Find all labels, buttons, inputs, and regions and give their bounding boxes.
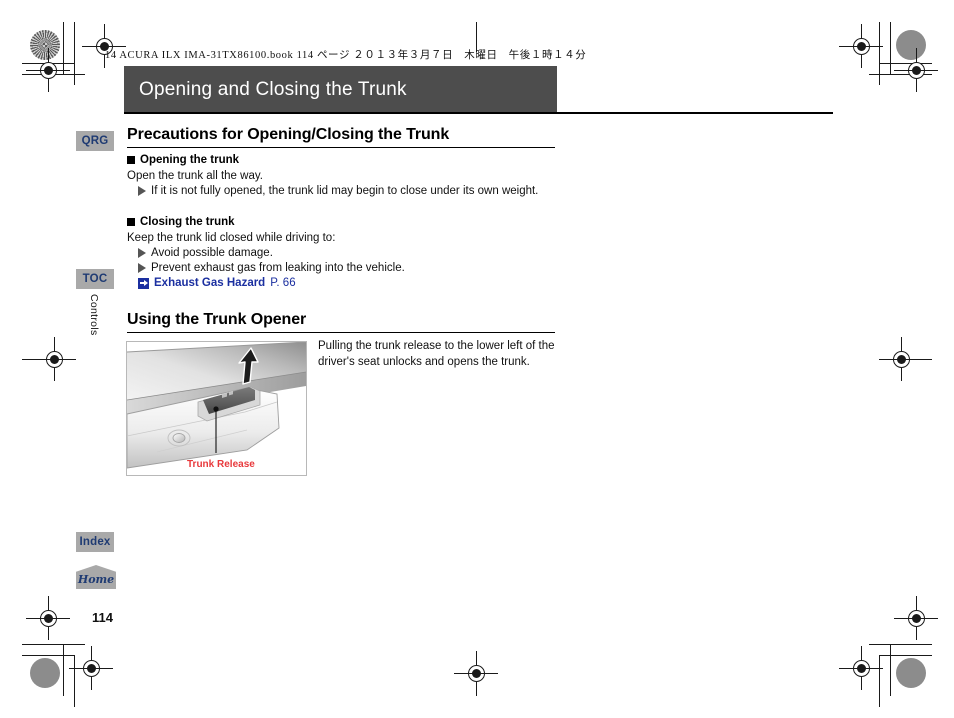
list-item-label: If it is not fully opened, the trunk lid…	[151, 185, 539, 197]
crop-line-top-left-v2	[74, 22, 75, 85]
halftone-patch-bottom-right	[896, 658, 926, 688]
sidebar-tab-home[interactable]: Home	[76, 565, 116, 589]
crop-line-bottom-right-v2	[879, 655, 880, 707]
crop-line-top-right-h2	[869, 74, 932, 75]
registration-mark-br-outer	[839, 646, 883, 690]
registration-mark-tl-outer	[26, 48, 70, 92]
trunk-release-illustration-svg	[127, 342, 306, 475]
sidebar-tab-index[interactable]: Index	[76, 532, 114, 552]
section-heading-precautions: Precautions for Opening/Closing the Trun…	[127, 126, 450, 143]
crop-line-right-mid	[902, 359, 932, 360]
banner-rule	[124, 112, 833, 114]
sidebar-tab-home-label: Home	[77, 573, 115, 586]
subsection-heading-opening-the-trunk: Opening the trunk	[127, 154, 239, 166]
registration-mark-top-mid	[454, 651, 498, 695]
running-header: 14 ACURA ILX IMA-31TX86100.book 114 ページ …	[105, 50, 587, 61]
registration-mark-left-mid	[32, 337, 76, 381]
list-item: If it is not fully opened, the trunk lid…	[138, 185, 538, 197]
subsection-heading-label: Closing the trunk	[140, 216, 235, 228]
subsection-heading-closing-the-trunk: Closing the trunk	[127, 216, 235, 228]
jump-link-icon	[138, 277, 149, 289]
list-item-label: Avoid possible damage.	[151, 247, 273, 259]
list-item: Prevent exhaust gas from leaking into th…	[138, 262, 405, 274]
page-title: Opening and Closing the Trunk	[139, 78, 407, 100]
square-bullet-icon	[127, 156, 135, 164]
crop-line-bottom-right-h2	[869, 644, 932, 645]
registration-mark-right-mid	[879, 337, 923, 381]
body-text-opening: Open the trunk all the way.	[127, 170, 263, 182]
chapter-banner: Opening and Closing the Trunk	[124, 66, 557, 113]
crop-line-bottom-mid	[476, 666, 477, 696]
triangle-bullet-icon	[138, 263, 146, 273]
sidebar-tab-index-label: Index	[79, 536, 111, 548]
list-item: Avoid possible damage.	[138, 247, 273, 259]
crop-line-bottom-left-h	[22, 655, 74, 656]
triangle-bullet-icon	[138, 248, 146, 258]
section-rule-trunk-opener	[127, 332, 555, 334]
sidebar-tab-toc[interactable]: TOC	[76, 269, 114, 289]
triangle-bullet-icon	[138, 186, 146, 196]
list-item-label: Prevent exhaust gas from leaking into th…	[151, 262, 405, 274]
crop-line-top-right-v	[890, 22, 891, 74]
crop-line-top-right-v2	[879, 22, 880, 85]
halftone-patch-top-left	[30, 30, 60, 60]
crop-line-top-left-v	[63, 22, 64, 74]
sidebar-tab-toc-label: TOC	[82, 273, 108, 285]
sidebar-tab-qrg[interactable]: QRG	[76, 131, 114, 151]
cross-reference-title: Exhaust Gas Hazard	[154, 277, 266, 289]
body-text-trunk-opener: Pulling the trunk release to the lower l…	[318, 340, 555, 368]
sidebar-tab-qrg-label: QRG	[81, 135, 109, 147]
figure-caption-trunk-release: Trunk Release	[187, 459, 255, 470]
crop-line-top-left-h	[22, 63, 74, 64]
crop-line-top-left-h2	[22, 74, 85, 75]
cross-reference-link-exhaust-gas-hazard[interactable]: Exhaust Gas Hazard P. 66	[138, 277, 296, 289]
crop-line-bottom-left-v	[63, 644, 64, 696]
section-heading-trunk-opener: Using the Trunk Opener	[127, 311, 307, 328]
crop-line-left-mid	[22, 359, 52, 360]
registration-mark-tr-inner	[894, 48, 938, 92]
body-text-closing: Keep the trunk lid closed while driving …	[127, 232, 336, 244]
crop-line-bottom-left-h2	[22, 644, 85, 645]
square-bullet-icon	[127, 218, 135, 226]
chapter-tab-label: Controls	[88, 294, 100, 336]
registration-mark-br-inner	[894, 596, 938, 640]
registration-mark-bl-outer	[26, 596, 70, 640]
crop-line-bottom-left-v2	[74, 655, 75, 707]
crop-line-top-right-h	[880, 63, 932, 64]
crop-line-bottom-right-v	[890, 644, 891, 696]
section-rule-precautions	[127, 147, 555, 149]
cross-reference-page: P. 66	[270, 277, 296, 289]
registration-mark-bl-inner	[69, 646, 113, 690]
figure-trunk-release-illustration: Trunk Release	[126, 341, 307, 476]
registration-mark-tr-outer	[839, 24, 883, 68]
halftone-patch-top-right	[896, 30, 926, 60]
halftone-patch-bottom-left	[30, 658, 60, 688]
subsection-heading-label: Opening the trunk	[140, 154, 240, 166]
page-number: 114	[92, 610, 113, 625]
crop-line-bottom-right-h	[880, 655, 932, 656]
